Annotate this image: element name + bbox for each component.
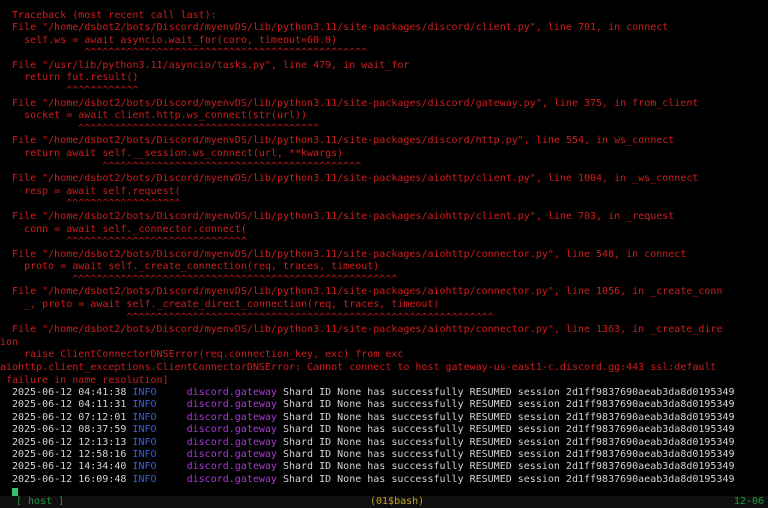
- log-source: discord.gateway: [186, 387, 277, 398]
- log-source: discord.gateway: [186, 461, 277, 473]
- traceback-code-line: return await self.__session.ws_connect(u…: [0, 147, 344, 159]
- log-message: Shard ID None has successfully RESUMED s…: [282, 436, 735, 448]
- log-timestamp: 2025-06-12 07:12:01: [12, 411, 127, 423]
- error-message-line: aiohttp.client_exceptions.ClientConnecto…: [0, 362, 717, 374]
- traceback-caret-line: ^^^^^^^^^^^^: [0, 84, 139, 96]
- traceback-file-line: File "/home/dsbot2/bots/Discord/myenvDS/…: [0, 135, 675, 147]
- traceback-code-line: ion: [0, 336, 19, 348]
- traceback-code-line: self.ws = await asyncio.wait_for(coro, t…: [0, 34, 338, 46]
- log-message: Shard ID None has successfully RESUMED s…: [282, 387, 735, 398]
- log-source: discord.gateway: [186, 448, 277, 460]
- log-message: Shard ID None has successfully RESUMED s…: [282, 411, 735, 423]
- traceback-code-line: _, proto = await self._create_direct_con…: [0, 299, 440, 311]
- log-row: 2025-06-12 07:12:01 INFO discord.gateway…: [12, 412, 768, 424]
- log-level: INFO: [132, 424, 157, 436]
- log-row: 2025-06-12 12:13:13 INFO discord.gateway…: [12, 437, 768, 449]
- traceback-file-line: File "/home/dsbot2/bots/Discord/myenvDS/…: [0, 97, 699, 109]
- traceback-caret-line: ^^^^^^^^^^^^^^^^^^^^^^^^^^^^^^^^^^^^^^^^…: [0, 273, 398, 285]
- terminal-cursor: [12, 488, 18, 496]
- log-row: 2025-06-12 12:58:16 INFO discord.gateway…: [12, 449, 768, 461]
- log-level: INFO: [132, 436, 157, 448]
- traceback-file-line: File "/home/dsbot2/bots/Discord/myenvDS/…: [0, 22, 669, 33]
- log-level: INFO: [132, 387, 157, 398]
- log-message: Shard ID None has successfully RESUMED s…: [282, 424, 735, 436]
- log-timestamp: 2025-06-12 12:58:16: [12, 448, 127, 460]
- log-row: 2025-06-12 16:09:48 INFO discord.gateway…: [12, 474, 768, 486]
- tmux-status-bar: [ host ] (01$bash) 12-06: [0, 496, 768, 508]
- traceback-code-line: proto = await self._create_connection(re…: [0, 261, 380, 273]
- traceback-header: Traceback (most recent call last):: [12, 10, 217, 21]
- log-level: INFO: [132, 448, 157, 460]
- error-message-line-continued: failure in name resolution]: [0, 374, 169, 386]
- traceback-caret-line: ^^^^^^^^^^^^^^^^^^^^^^^^^^^^^^: [0, 236, 247, 248]
- status-date: 12-06: [733, 496, 764, 507]
- log-level: INFO: [132, 399, 157, 411]
- traceback-file-line: File "/usr/lib/python3.11/asyncio/tasks.…: [0, 59, 410, 71]
- log-row: 2025-06-12 04:11:31 INFO discord.gateway…: [12, 399, 768, 411]
- traceback-file-line: File "/home/dsbot2/bots/Discord/myenvDS/…: [0, 324, 723, 336]
- traceback-caret-line: ^^^^^^^^^^^^^^^^^^^^^^^^^^^^^^^^^^^^^^^^: [0, 122, 320, 134]
- log-timestamp: 2025-06-12 12:13:13: [12, 436, 127, 448]
- traceback-code-line: socket = await client.http.ws_connect(st…: [0, 110, 308, 122]
- log-source: discord.gateway: [186, 473, 277, 485]
- log-timestamp: 2025-06-12 04:11:31: [12, 399, 127, 411]
- log-timestamp: 2025-06-12 14:34:40: [12, 461, 127, 473]
- log-source: discord.gateway: [186, 399, 277, 411]
- traceback-file-line: File "/home/dsbot2/bots/Discord/myenvDS/…: [0, 286, 723, 298]
- log-source: discord.gateway: [186, 436, 277, 448]
- traceback-file-line: File "/home/dsbot2/bots/Discord/myenvDS/…: [0, 210, 675, 222]
- terminal-output[interactable]: Traceback (most recent call last): File …: [0, 0, 768, 496]
- traceback-frames: File "/home/dsbot2/bots/Discord/myenvDS/…: [0, 22, 768, 387]
- traceback-caret-line: ^^^^^^^^^^^^^^^^^^^^^^^^^^^^^^^^^^^^^^^^…: [0, 311, 494, 323]
- log-message: Shard ID None has successfully RESUMED s…: [282, 399, 735, 411]
- status-session[interactable]: [ host ]: [16, 496, 64, 508]
- log-level: INFO: [132, 473, 157, 485]
- log-timestamp: 2025-06-12 08:37:59: [12, 424, 127, 436]
- log-row: 2025-06-12 08:37:59 INFO discord.gateway…: [12, 424, 768, 436]
- log-timestamp: 2025-06-12 04:41:38: [12, 387, 127, 398]
- log-source: discord.gateway: [186, 424, 277, 436]
- log-level: INFO: [132, 461, 157, 473]
- traceback-caret-line: ^^^^^^^^^^^^^^^^^^^^^^^^^^^^^^^^^^^^^^^^…: [0, 160, 362, 172]
- log-message: Shard ID None has successfully RESUMED s…: [282, 473, 735, 485]
- traceback-file-line: File "/home/dsbot2/bots/Discord/myenvDS/…: [0, 248, 687, 260]
- traceback-raise-line: raise ClientConnectorDNSError(req.connec…: [0, 349, 404, 361]
- log-level: INFO: [132, 411, 157, 423]
- log-row: 2025-06-12 04:41:38 INFO discord.gateway…: [12, 387, 768, 399]
- traceback-code-line: resp = await self.request(: [0, 185, 181, 197]
- log-list: 2025-06-12 04:41:38 INFO discord.gateway…: [12, 387, 768, 486]
- traceback-code-line: return fut.result(): [0, 72, 139, 84]
- log-message: Shard ID None has successfully RESUMED s…: [282, 448, 735, 460]
- traceback-caret-line: ^^^^^^^^^^^^^^^^^^^: [0, 198, 181, 210]
- log-message: Shard ID None has successfully RESUMED s…: [282, 461, 735, 473]
- traceback-file-line: File "/home/dsbot2/bots/Discord/myenvDS/…: [0, 173, 699, 185]
- status-window-tab[interactable]: (01$bash): [370, 496, 424, 508]
- traceback-caret-line: ^^^^^^^^^^^^^^^^^^^^^^^^^^^^^^^^^^^^^^^^…: [0, 47, 368, 59]
- log-row: 2025-06-12 14:34:40 INFO discord.gateway…: [12, 461, 768, 473]
- traceback-code-line: conn = await self._connector.connect(: [0, 223, 247, 235]
- log-timestamp: 2025-06-12 16:09:48: [12, 473, 127, 485]
- log-source: discord.gateway: [186, 411, 277, 423]
